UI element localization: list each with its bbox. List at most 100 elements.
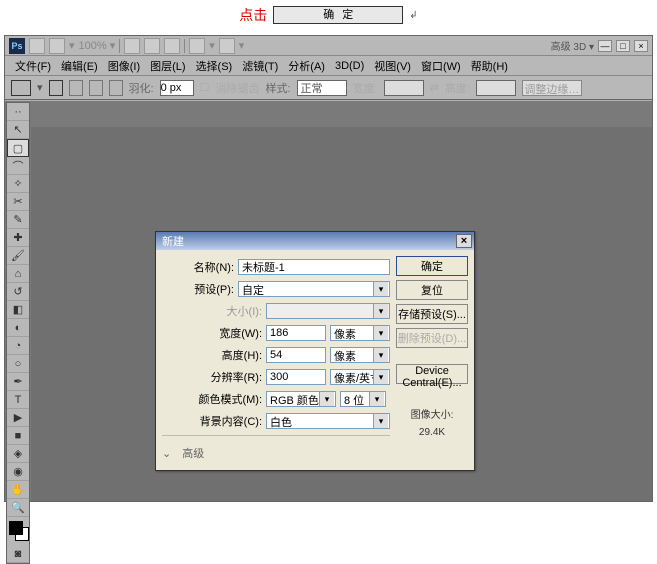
annotation-ok-button[interactable]: 确定	[273, 6, 403, 24]
bg-label: 背景内容(C):	[162, 413, 262, 429]
bridge-icon[interactable]	[29, 38, 45, 54]
menu-file[interactable]: 文件(F)	[11, 56, 55, 76]
tool-preset-icon[interactable]	[11, 80, 31, 96]
pen-tool-icon[interactable]: ✒	[7, 373, 29, 391]
crop-tool-icon[interactable]: ✂	[7, 193, 29, 211]
dialog-title: 新建	[162, 233, 184, 249]
opt-width-input	[384, 80, 424, 96]
width-label: 宽度(W):	[162, 325, 262, 341]
feather-label: 羽化:	[129, 80, 154, 96]
resolution-input[interactable]	[266, 369, 326, 385]
dialog-form: 名称(N): 预设(P): 自定 大小(I): 宽度(W): 像素 高	[162, 256, 390, 464]
move-tool-icon[interactable]: ↖	[7, 121, 29, 139]
photoshop-window: Ps ▾ 100% ▾ ▾ ▾ 高级 3D ▾ — □ × 文件(F) 编辑(E…	[4, 35, 653, 502]
menu-3d[interactable]: 3D(D)	[331, 58, 368, 74]
resolution-label: 分辨率(R):	[162, 369, 262, 385]
height-label: 高度(H):	[162, 347, 262, 363]
3d-tool-icon[interactable]: ◈	[7, 445, 29, 463]
device-central-button[interactable]: Device Central(E)...	[396, 364, 468, 384]
new-document-dialog: 新建 × 名称(N): 预设(P): 自定 大小(I): 宽度(W):	[155, 231, 475, 471]
save-preset-button[interactable]: 存储预设(S)...	[396, 304, 468, 324]
color-swatches[interactable]	[7, 519, 29, 545]
lasso-tool-icon[interactable]: ⌒	[7, 157, 29, 175]
sel-new-icon[interactable]	[49, 80, 63, 96]
height-input[interactable]	[266, 347, 326, 363]
menu-view[interactable]: 视图(V)	[370, 56, 415, 76]
bg-select[interactable]: 白色	[266, 413, 390, 429]
dialog-close-button[interactable]: ×	[456, 234, 472, 248]
colormode-label: 颜色模式(M):	[162, 391, 262, 407]
advanced-toggle[interactable]: ⌄ 高级	[162, 442, 390, 464]
maximize-button[interactable]: □	[616, 40, 630, 52]
eraser-tool-icon[interactable]: ◧	[7, 301, 29, 319]
minimize-button[interactable]: —	[598, 40, 612, 52]
menu-image[interactable]: 图像(I)	[104, 56, 144, 76]
menu-select[interactable]: 选择(S)	[192, 56, 237, 76]
hand-tool-icon[interactable]: ✋	[7, 481, 29, 499]
quickmask-icon[interactable]: ◙	[7, 545, 29, 563]
toolbox-handle[interactable]: ··	[7, 103, 29, 121]
resolution-unit-select[interactable]: 像素/英寸	[330, 369, 390, 385]
fg-swatch[interactable]	[9, 521, 23, 535]
annotation-label: 点击	[239, 5, 267, 25]
stamp-tool-icon[interactable]: ⌂	[7, 265, 29, 283]
menu-layer[interactable]: 图层(L)	[146, 56, 189, 76]
style-select[interactable]: 正常	[297, 80, 347, 96]
width-unit-select[interactable]: 像素	[330, 325, 390, 341]
workspace-switcher[interactable]: 高级 3D ▾	[551, 38, 594, 53]
preset-label: 预设(P):	[162, 281, 234, 297]
title-bar: Ps ▾ 100% ▾ ▾ ▾ 高级 3D ▾ — □ ×	[5, 36, 652, 56]
menu-edit[interactable]: 编辑(E)	[57, 56, 102, 76]
opt-height-input	[476, 80, 516, 96]
layout-icon[interactable]	[49, 38, 65, 54]
height-unit-select[interactable]: 像素	[330, 347, 390, 363]
refine-edge-button: 调整边缘…	[522, 80, 582, 96]
imgsize-label: 图像大小:	[396, 406, 468, 421]
feather-input[interactable]	[160, 80, 194, 96]
wand-tool-icon[interactable]: ✧	[7, 175, 29, 193]
arrange-icon[interactable]	[219, 38, 235, 54]
menu-bar: 文件(F) 编辑(E) 图像(I) 图层(L) 选择(S) 滤镜(T) 分析(A…	[5, 56, 652, 76]
name-label: 名称(N):	[162, 259, 234, 275]
3d-camera-icon[interactable]: ◉	[7, 463, 29, 481]
delete-preset-button: 删除预设(D)...	[396, 328, 468, 348]
path-select-icon[interactable]: ▶	[7, 409, 29, 427]
colormode-select[interactable]: RGB 颜色	[266, 391, 336, 407]
menu-help[interactable]: 帮助(H)	[467, 56, 512, 76]
options-bar: ▾ 羽化: ☐ 消除锯齿 样式: 正常 宽度: ⇄ 高度: 调整边缘…	[5, 76, 652, 100]
sel-subtract-icon[interactable]	[89, 80, 103, 96]
ok-button[interactable]: 确定	[396, 256, 468, 276]
healing-tool-icon[interactable]: ✚	[7, 229, 29, 247]
shape-tool-icon[interactable]: ■	[7, 427, 29, 445]
gradient-tool-icon[interactable]: ◐	[7, 319, 29, 337]
history-brush-icon[interactable]: ↺	[7, 283, 29, 301]
menu-window[interactable]: 窗口(W)	[417, 56, 465, 76]
sel-add-icon[interactable]	[69, 80, 83, 96]
bitdepth-select[interactable]: 8 位	[340, 391, 386, 407]
name-input[interactable]	[238, 259, 390, 275]
ps-logo-icon: Ps	[9, 38, 25, 54]
chevron-icon: ⌄	[162, 447, 171, 460]
type-tool-icon[interactable]: T	[7, 391, 29, 409]
hand-icon[interactable]	[124, 38, 140, 54]
reset-button[interactable]: 复位	[396, 280, 468, 300]
preset-select[interactable]: 自定	[238, 281, 390, 297]
toolbox: ·· ↖ ▢ ⌒ ✧ ✂ ✎ ✚ 🖌 ⌂ ↺ ◧ ◐ ◔ ○ ✒ T ▶ ■ ◈…	[6, 102, 30, 564]
menu-analysis[interactable]: 分析(A)	[284, 56, 329, 76]
zoom-tool-icon[interactable]: 🔍	[7, 499, 29, 517]
menu-filter[interactable]: 滤镜(T)	[238, 56, 282, 76]
dialog-titlebar[interactable]: 新建 ×	[156, 232, 474, 250]
marquee-tool-icon[interactable]: ▢	[7, 139, 29, 157]
zoom-icon[interactable]	[144, 38, 160, 54]
style-label: 样式:	[265, 80, 290, 96]
brush-tool-icon[interactable]: 🖌	[7, 247, 29, 265]
blur-tool-icon[interactable]: ◔	[7, 337, 29, 355]
screen-mode-icon[interactable]	[189, 38, 205, 54]
close-window-button[interactable]: ×	[634, 40, 648, 52]
sel-intersect-icon[interactable]	[109, 80, 123, 96]
dodge-tool-icon[interactable]: ○	[7, 355, 29, 373]
rotate-icon[interactable]	[164, 38, 180, 54]
opt-height-label: 高度:	[445, 80, 470, 96]
width-input[interactable]	[266, 325, 326, 341]
eyedropper-tool-icon[interactable]: ✎	[7, 211, 29, 229]
